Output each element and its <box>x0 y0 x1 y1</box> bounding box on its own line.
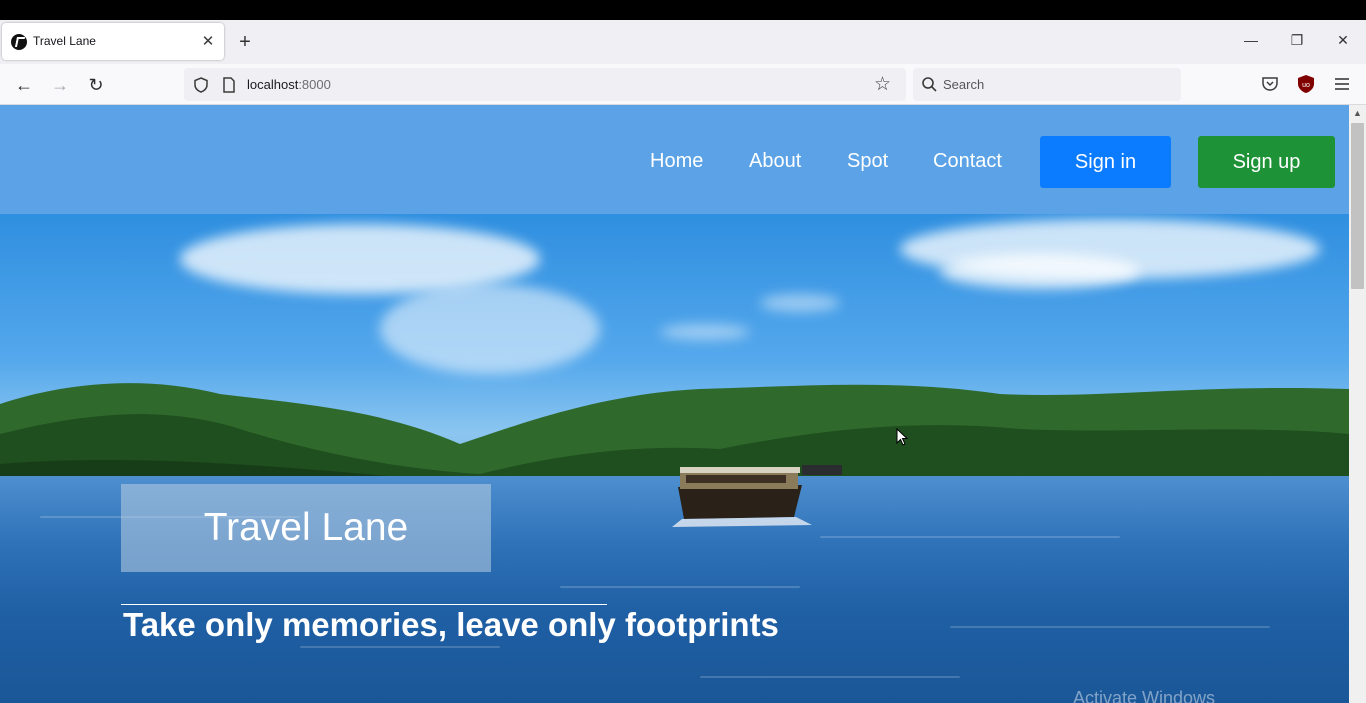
ripple <box>560 586 800 588</box>
os-top-strip <box>0 0 1366 20</box>
hero-tagline: Take only memories, leave only footprint… <box>123 606 779 643</box>
new-tab-icon[interactable]: + <box>233 31 257 55</box>
activate-windows-watermark: Activate Windows <box>1073 688 1216 703</box>
nav-contact[interactable]: Contact <box>933 150 1002 173</box>
nav-home[interactable]: Home <box>650 150 703 173</box>
reload-icon[interactable]: ↻ <box>82 72 110 98</box>
ripple <box>700 676 960 678</box>
web-page: Home About Spot Contact Sign in Sign up <box>0 105 1349 703</box>
distant-boat <box>802 465 842 475</box>
ripple <box>300 646 500 648</box>
hero-title: Travel Lane <box>203 506 409 549</box>
minimize-icon[interactable]: — <box>1236 28 1266 52</box>
tab-travel-lane[interactable]: Travel Lane ✕ <box>2 23 224 60</box>
page-scrollbar[interactable]: ▲ <box>1349 105 1366 703</box>
tab-close-icon[interactable]: ✕ <box>198 32 218 52</box>
browser-toolbar: ← → ↻ localhost:8000 ☆ Search uo <box>0 64 1366 105</box>
nav-about[interactable]: About <box>749 150 801 173</box>
cloud <box>760 294 840 312</box>
scroll-up-icon[interactable]: ▲ <box>1349 105 1366 122</box>
page-icon <box>223 77 235 93</box>
nav-spot[interactable]: Spot <box>847 150 888 173</box>
ripple <box>820 536 1120 538</box>
cloud <box>660 324 750 340</box>
tab-bar: Travel Lane ✕ + — ❐ ✕ <box>0 20 1366 64</box>
scroll-thumb[interactable] <box>1351 123 1364 289</box>
site-favicon-icon <box>11 34 27 50</box>
sign-up-button[interactable]: Sign up <box>1198 136 1335 188</box>
restore-icon[interactable]: ❐ <box>1282 28 1312 52</box>
close-icon[interactable]: ✕ <box>1328 28 1358 52</box>
url-text[interactable]: localhost:8000 <box>247 77 331 92</box>
hero-title-box: Travel Lane <box>121 484 491 572</box>
pocket-icon[interactable] <box>1260 74 1280 94</box>
forward-icon[interactable]: → <box>46 72 74 98</box>
back-icon[interactable]: ← <box>10 72 38 98</box>
url-bar[interactable]: localhost:8000 ☆ <box>184 68 906 101</box>
search-placeholder: Search <box>943 77 985 92</box>
svg-text:uo: uo <box>1302 82 1310 89</box>
cloud <box>380 284 600 374</box>
site-header: Home About Spot Contact Sign in Sign up <box>0 105 1349 214</box>
tab-title: Travel Lane <box>33 34 96 48</box>
sign-in-button[interactable]: Sign in <box>1040 136 1171 188</box>
search-input[interactable]: Search <box>913 68 1181 101</box>
shield-icon[interactable] <box>192 76 210 94</box>
tagline-divider <box>121 604 607 605</box>
menu-icon[interactable] <box>1332 74 1352 94</box>
cloud <box>940 254 1140 289</box>
ublock-icon[interactable]: uo <box>1296 74 1316 94</box>
star-icon[interactable]: ☆ <box>874 73 891 96</box>
search-icon <box>922 77 937 92</box>
mouse-cursor-icon <box>896 428 908 446</box>
boat <box>672 467 812 527</box>
hero-banner: Travel Lane Take only memories, leave on… <box>0 214 1349 703</box>
ripple <box>950 626 1270 628</box>
